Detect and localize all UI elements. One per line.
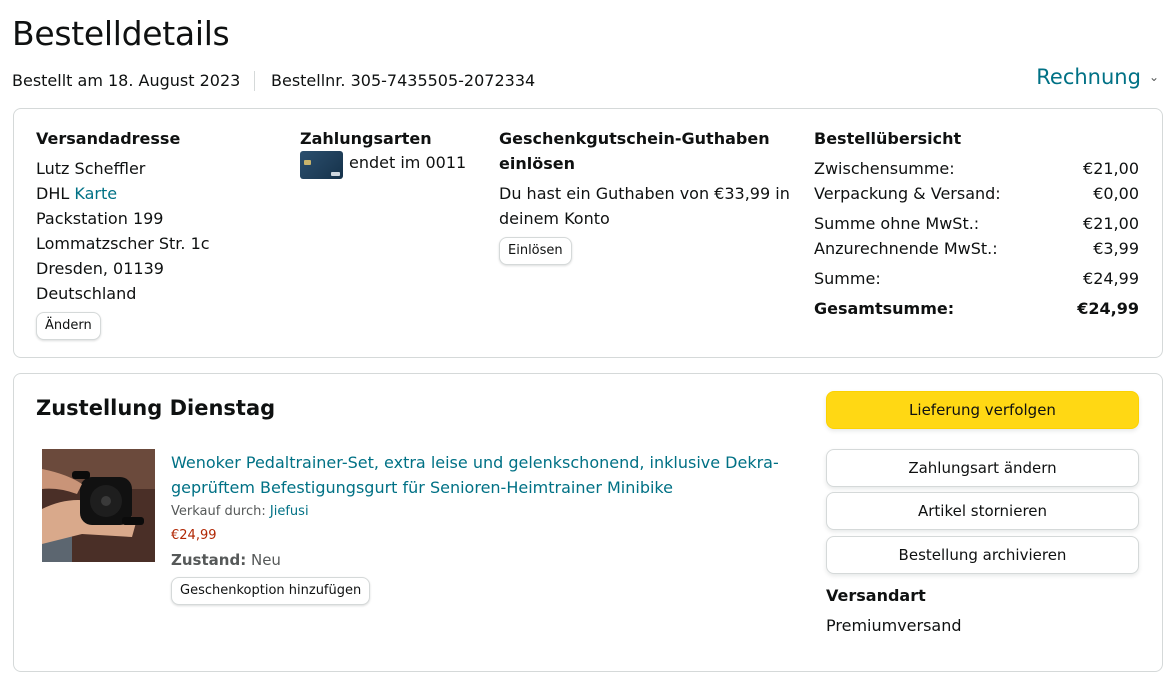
address-line1: Packstation 199	[36, 209, 164, 228]
summary-label: Summe:	[814, 269, 881, 288]
summary-value: €21,00	[1083, 214, 1139, 233]
shipping-address-section: Versandadresse Lutz Scheffler DHL Karte …	[36, 126, 276, 340]
order-date: Bestellt am 18. August 2023	[12, 71, 241, 90]
order-summary-header: Bestellübersicht	[814, 129, 962, 148]
address-carrier-line: DHL Karte	[36, 181, 276, 206]
order-number: Bestellnr. 305-7435505-2072334	[271, 71, 536, 90]
track-package-button[interactable]: Lieferung verfolgen	[826, 391, 1139, 429]
giftcard-header-line2: einlösen	[499, 154, 575, 173]
summary-value: €0,00	[1093, 184, 1139, 203]
payment-card-text: endet im 0011	[349, 153, 467, 172]
payment-section: Zahlungsarten endet im 0011	[300, 126, 480, 179]
meta-divider	[254, 71, 255, 91]
summary-label: Anzurechnende MwSt.:	[814, 239, 998, 258]
giftcard-text-line1: Du hast ein Guthaben von €33,99 in	[499, 184, 790, 203]
condition-label: Zustand:	[171, 551, 247, 569]
seller-link[interactable]: Jiefusi	[270, 504, 309, 519]
summary-row: Summe ohne MwSt.: €21,00	[814, 211, 1139, 236]
condition-line: Zustand: Neu	[171, 548, 791, 572]
product-title-line1[interactable]: Wenoker Pedaltrainer-Set, extra leise un…	[171, 450, 791, 475]
summary-label: Summe ohne MwSt.:	[814, 214, 980, 233]
giftcard-text-line2: deinem Konto	[499, 209, 610, 228]
pedal-trainer-image	[42, 449, 155, 562]
invoice-label: Rechnung	[1036, 65, 1141, 89]
sold-by-line: Verkauf durch: Jiefusi	[171, 500, 791, 524]
summary-row: Zwischensumme: €21,00	[814, 156, 1139, 181]
product-image[interactable]	[42, 449, 155, 562]
address-line2: Lommatzscher Str. 1c	[36, 234, 210, 253]
product-info: Wenoker Pedaltrainer-Set, extra leise un…	[171, 450, 791, 605]
payment-card-row: endet im 0011	[300, 151, 480, 179]
summary-total-row: Gesamtsumme: €24,99	[814, 296, 1139, 321]
change-address-button[interactable]: Ändern	[36, 312, 101, 340]
invoice-dropdown[interactable]: Rechnung ⌄	[1036, 63, 1159, 91]
cancel-items-button[interactable]: Artikel stornieren	[826, 492, 1139, 530]
summary-row: Verpackung & Versand: €0,00	[814, 181, 1139, 206]
payment-header: Zahlungsarten	[300, 129, 432, 148]
address-country: Deutschland	[36, 284, 137, 303]
condition-value: Neu	[250, 551, 281, 569]
archive-order-button[interactable]: Bestellung archivieren	[826, 536, 1139, 574]
shipping-type-value: Premiumversand	[826, 616, 962, 635]
sold-by-label: Verkauf durch:	[171, 504, 266, 519]
summary-total-label: Gesamtsumme:	[814, 299, 955, 318]
summary-label: Verpackung & Versand:	[814, 184, 1001, 203]
address-city: Dresden, 01139	[36, 259, 164, 278]
page-title: Bestelldetails	[12, 14, 230, 53]
summary-row: Anzurechnende MwSt.: €3,99	[814, 236, 1139, 261]
gift-option-button[interactable]: Geschenkoption hinzufügen	[171, 577, 371, 605]
change-payment-button[interactable]: Zahlungsart ändern	[826, 449, 1139, 487]
summary-value: €24,99	[1083, 269, 1139, 288]
product-title-line2[interactable]: geprüftem Befestigungsgurt für Senioren-…	[171, 475, 791, 500]
delivery-header: Zustellung Dienstag	[36, 396, 276, 420]
address-name: Lutz Scheffler	[36, 159, 146, 178]
product-price: €24,99	[171, 528, 217, 543]
credit-card-icon	[300, 151, 343, 179]
giftcard-section: Geschenkgutschein-Guthaben einlösen Du h…	[499, 126, 799, 265]
map-link[interactable]: Karte	[74, 184, 117, 203]
shipping-type-header: Versandart	[826, 586, 926, 605]
address-carrier: DHL	[36, 184, 70, 203]
shipping-address-header: Versandadresse	[36, 129, 181, 148]
summary-row: Summe: €24,99	[814, 266, 1139, 291]
summary-value: €3,99	[1093, 239, 1139, 258]
order-summary-section: Bestellübersicht Zwischensumme: €21,00 V…	[814, 126, 1139, 321]
summary-label: Zwischensumme:	[814, 159, 955, 178]
giftcard-header-line1: Geschenkgutschein-Guthaben	[499, 129, 770, 148]
chevron-down-icon: ⌄	[1148, 70, 1159, 84]
redeem-button[interactable]: Einlösen	[499, 237, 572, 265]
summary-value: €21,00	[1083, 159, 1139, 178]
summary-total-value: €24,99	[1077, 299, 1139, 318]
